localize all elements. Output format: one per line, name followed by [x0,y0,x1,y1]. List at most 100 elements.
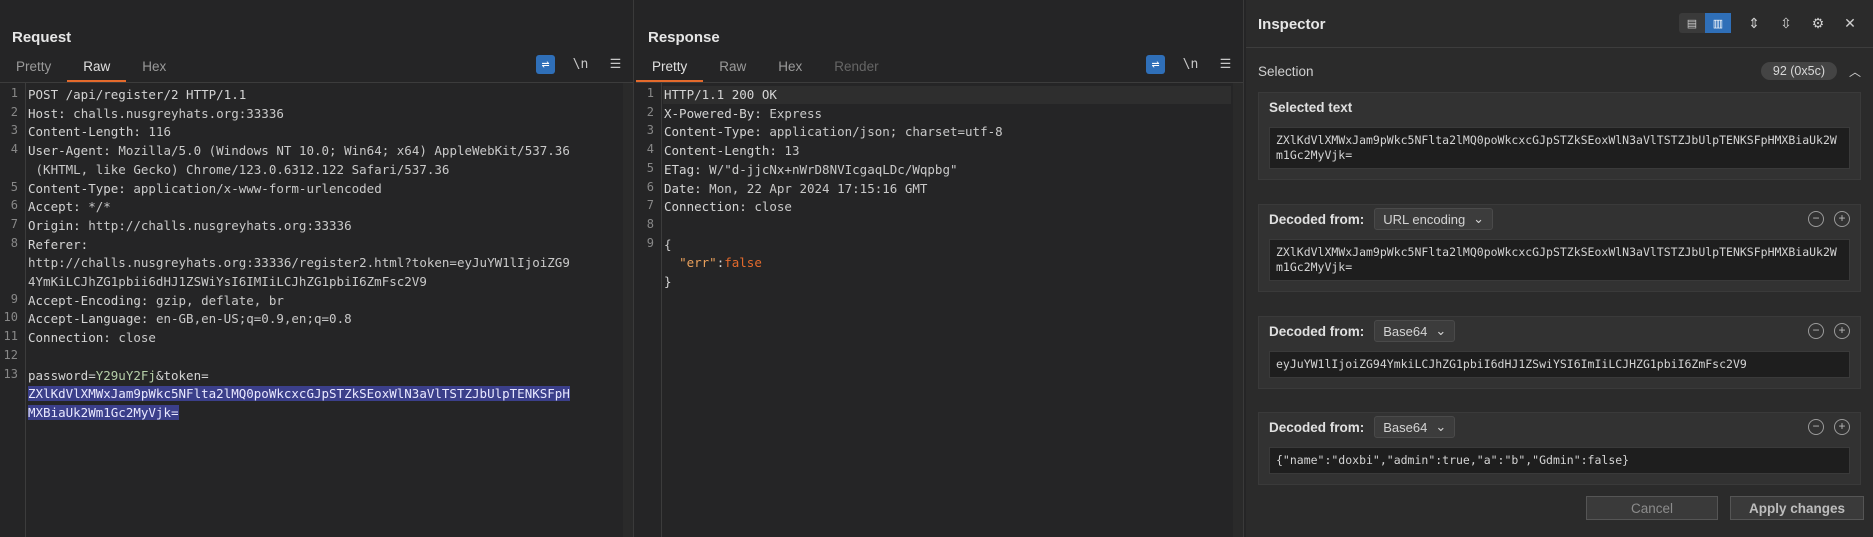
line-number: 12 [3,347,18,362]
decode-method-dropdown[interactable]: Base64 ⌄ [1374,320,1456,342]
response-scrollbar[interactable] [1233,83,1243,537]
selection-highlight: ZXlKdVlXMWxJam9pWkc5NFlta2lMQ0poWkcxcGJp… [28,386,570,402]
selection-row[interactable]: Selection 92 (0x5c) ︿ [1258,60,1861,82]
tab-raw[interactable]: Raw [67,56,127,82]
remove-icon[interactable]: − [1808,323,1824,339]
remove-icon[interactable]: − [1808,419,1824,435]
header-name: Connection: [28,330,111,346]
line-number: 7 [646,198,654,213]
response-tabs: Pretty Raw Hex Render [636,56,895,82]
header-name: Connection: [664,199,747,215]
decoded-value-field[interactable]: eyJuYW1lIjoiZG94YmkiLCJhZG1pbiI6dHJ1ZSwi… [1269,351,1850,378]
param-name: &token= [155,367,209,383]
tab-pretty[interactable]: Pretty [636,56,704,82]
json-key: "err" [679,255,717,271]
param-name: password= [28,367,96,383]
code-line: ETag: W/"d-jjcNx+nWrD8NVIcgaqLDc/Wqpbg" [664,161,958,180]
request-tools: ⇌ \n ☰ [536,55,625,74]
header-name: Accept: [28,199,81,215]
code-line: X-Powered-By: Express [664,105,822,124]
decoded-value-field[interactable]: {"name":"doxbi","admin":true,"a":"b","Gd… [1269,447,1850,474]
selection-badge: 92 (0x5c) [1760,62,1837,80]
line-number: 1 [10,86,18,100]
code-line: Origin: http://challs.nusgreyhats.org:33… [28,217,352,236]
line-number: 9 [646,235,654,250]
response-pane: Response Pretty Raw Hex Render ⇌ \n ☰ 1H… [636,0,1244,537]
response-tools: ⇌ \n ☰ [1146,55,1235,74]
line-number: 4 [646,142,654,157]
selection-label: Selection [1258,63,1314,79]
close-icon[interactable]: ✕ [1841,14,1859,32]
layout-list-icon[interactable]: ▤ [1679,13,1705,33]
tab-pretty[interactable]: Pretty [0,56,67,82]
wrap-lines-icon[interactable]: ⇌ [536,55,555,74]
decode-method-dropdown[interactable]: Base64 ⌄ [1374,416,1456,438]
selected-text-card: Selected text ZXlKdVlXMWxJam9pWkc5NFlta2… [1258,92,1861,180]
inspector-layout-toggle: ▤ ▥ [1679,13,1731,33]
decoded-card-2: Decoded from: Base64 ⌄ − + eyJuYW1lIjoiZG… [1258,316,1861,389]
response-editor[interactable]: 1 HTTP/1.1 200 OK 2 X-Powered-By: Express 3 C… [636,83,1243,537]
request-pane: Request Pretty Raw Hex ⇌ \n ☰ 1 POST /api… [0,0,634,537]
gear-icon[interactable]: ⚙ [1809,14,1827,32]
selected-token-text: MXBiaUk2Wm1Gc2MyVjk= [28,404,179,423]
line-number: 8 [10,235,18,250]
line-number: 5 [10,179,18,194]
line-number: 6 [646,179,654,194]
request-scrollbar[interactable] [623,83,633,537]
code-line: Referer: [28,236,88,255]
code-line: Accept-Encoding: gzip, deflate, br [28,292,284,311]
add-icon[interactable]: + [1834,419,1850,435]
add-icon[interactable]: + [1834,323,1850,339]
header-name: Content-Length: [664,143,777,159]
code-line: User-Agent: Mozilla/5.0 (Windows NT 10.0… [28,142,570,161]
inspector-tools: ▤ ▥ ⇕ ⇳ ⚙ ✕ [1679,13,1859,33]
remove-icon[interactable]: − [1808,211,1824,227]
request-editor[interactable]: 1 POST /api/register/2 HTTP/1.1 2 Host: cha… [0,83,633,537]
header-value: gzip, deflate, br [148,292,284,308]
line-number: 4 [10,142,18,157]
code-line: POST /api/register/2 HTTP/1.1 [28,87,247,102]
code-line: http://challs.nusgreyhats.org:33336/regi… [28,254,570,273]
decode-method-dropdown[interactable]: URL encoding ⌄ [1374,208,1494,230]
decoded-value-field[interactable]: ZXlKdVlXMWxJam9pWkc5NFlta2lMQ0poWkcxcGJp… [1269,239,1850,281]
line-number: 3 [10,123,18,138]
request-tabs: Pretty Raw Hex [0,56,182,82]
menu-icon[interactable]: ☰ [606,55,625,74]
menu-icon[interactable]: ☰ [1216,55,1235,74]
decoded-from-label: Decoded from: [1269,419,1365,435]
show-newlines-button[interactable]: \n [1181,55,1200,74]
collapse-all-icon[interactable]: ⇳ [1777,14,1795,32]
tab-hex[interactable]: Hex [762,56,818,82]
header-name: Content-Type: [664,124,762,140]
response-title: Response [648,29,720,46]
code-line: Accept-Language: en-GB,en-US;q=0.9,en;q=… [28,310,352,329]
header-name: Host: [28,105,66,121]
header-value: close [110,330,156,346]
header-value: (KHTML, like Gecko) Chrome/123.0.6312.12… [28,161,450,177]
layout-panel-icon[interactable]: ▥ [1705,13,1731,33]
line-number: 2 [10,104,18,119]
header-name: Origin: [28,217,81,233]
code-line: Date: Mon, 22 Apr 2024 17:15:16 GMT [664,180,927,199]
header-value: application/json; charset=utf-8 [761,124,1003,140]
code-line: Content-Type: application/json; charset=… [664,123,1003,142]
line-number: 1 [646,86,654,100]
tab-hex[interactable]: Hex [126,56,182,82]
header-name: Content-Length: [28,124,141,140]
inspector-title: Inspector [1258,16,1326,33]
add-icon[interactable]: + [1834,211,1850,227]
apply-changes-button[interactable]: Apply changes [1730,496,1864,520]
selected-text-field[interactable]: ZXlKdVlXMWxJam9pWkc5NFlta2lMQ0poWkcxcGJp… [1269,127,1850,169]
param-value: Y29uY2Fj [95,367,156,383]
chevron-up-icon[interactable]: ︿ [1849,63,1861,80]
cancel-button[interactable]: Cancel [1586,496,1718,520]
show-newlines-button[interactable]: \n [571,55,590,74]
tab-render[interactable]: Render [818,56,894,82]
wrap-lines-icon[interactable]: ⇌ [1146,55,1165,74]
code-line: Host: challs.nusgreyhats.org:33336 [28,105,284,124]
code-line: Accept: */* [28,198,111,217]
header-value: Mon, 22 Apr 2024 17:15:16 GMT [701,180,928,196]
decoded-from-label: Decoded from: [1269,323,1365,339]
expand-all-icon[interactable]: ⇕ [1745,14,1763,32]
tab-raw[interactable]: Raw [703,56,762,82]
